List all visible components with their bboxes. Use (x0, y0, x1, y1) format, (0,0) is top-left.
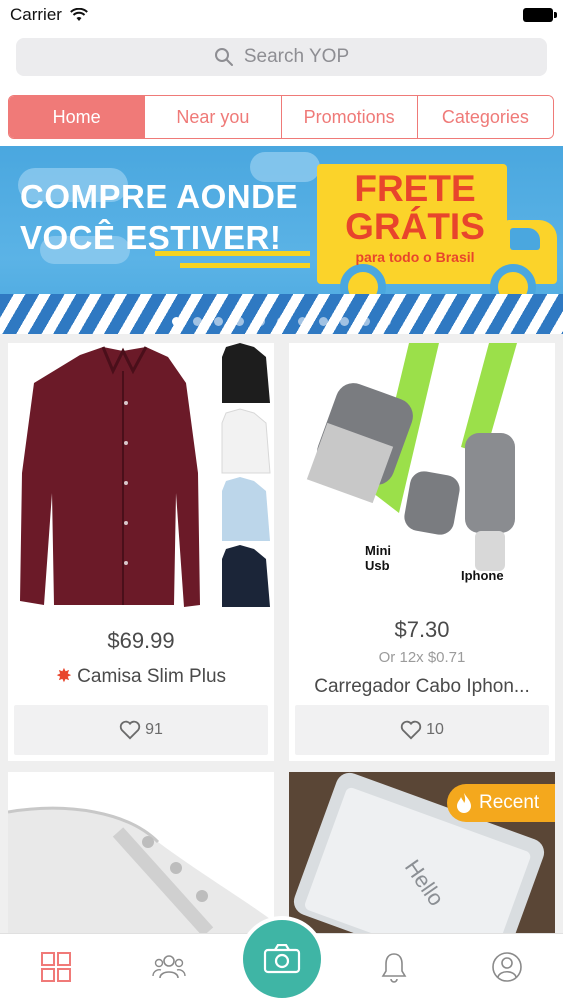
search-area: Search YOP (0, 30, 563, 88)
product-title: Carregador Cabo Iphon... (314, 676, 530, 697)
carousel-dot[interactable] (340, 317, 349, 326)
search-placeholder: Search YOP (243, 46, 350, 67)
product-title: ✸ Camisa Slim Plus (18, 665, 264, 688)
product-card[interactable]: Mini Usb Iphone $7.30 Or 12x $0.71 Carreg… (289, 343, 555, 761)
carousel-dot[interactable] (382, 317, 391, 326)
frete-line1: FRETE (354, 168, 476, 209)
battery-icon (523, 8, 557, 22)
carousel-dot[interactable] (235, 317, 244, 326)
tabbar-people[interactable] (152, 950, 186, 984)
frete-subtitle: para todo o Brasil (355, 249, 475, 265)
tab-categories[interactable]: Categories (417, 96, 553, 138)
tab-near-you[interactable]: Near you (145, 96, 282, 138)
heart-icon (400, 720, 422, 740)
carousel-dot[interactable] (277, 317, 286, 326)
like-button[interactable]: 91 (14, 705, 268, 755)
sneaker-image (8, 772, 274, 933)
segmented-tabs: Home Near you Promotions Categories (8, 95, 554, 139)
carousel-dot[interactable] (298, 317, 307, 326)
product-price: $69.99 (107, 628, 175, 653)
banner-headline: COMPRE AONDE VOCÊ ESTIVER! (20, 176, 298, 258)
burst-emoji-icon: ✸ (55, 666, 72, 687)
frete-title: FRETE GRÁTIS (340, 170, 490, 246)
profile-icon (492, 952, 522, 982)
banner-headline-line1: COMPRE AONDE (20, 178, 298, 215)
mini-usb-label: Mini Usb (365, 543, 391, 573)
people-icon (152, 955, 186, 979)
search-input[interactable]: Search YOP (16, 38, 547, 76)
frete-line2: GRÁTIS (345, 206, 485, 247)
product-installments: Or 12x $0.71 (378, 649, 466, 666)
tabbar-profile[interactable] (490, 950, 524, 984)
product-card[interactable] (8, 772, 274, 933)
speed-line (155, 251, 310, 256)
like-button[interactable]: 10 (295, 705, 549, 755)
iphone-label: Iphone (461, 568, 504, 583)
tab-home[interactable]: Home (9, 96, 146, 138)
search-icon (214, 48, 233, 66)
speed-line (180, 263, 310, 268)
product-title-text: Camisa Slim Plus (77, 666, 227, 687)
product-card[interactable]: Hello Recent (289, 772, 555, 933)
wifi-icon (70, 8, 88, 21)
product-price: $7.30 (394, 617, 450, 642)
like-count: 91 (145, 721, 163, 738)
like-count: 10 (426, 721, 444, 738)
grid-icon (41, 952, 71, 982)
camera-button[interactable] (239, 916, 325, 1000)
shirt-image (8, 343, 274, 611)
tabbar-home[interactable] (39, 950, 73, 984)
recent-badge: Recent (447, 784, 555, 822)
heart-icon (119, 720, 141, 740)
carousel-dots[interactable] (0, 317, 563, 326)
tab-promotions[interactable]: Promotions (281, 96, 418, 138)
tabs-area: Home Near you Promotions Categories (0, 88, 563, 146)
carousel-dot[interactable] (172, 317, 181, 326)
bottom-tab-bar (0, 916, 563, 1000)
chevron-stripe (0, 294, 563, 334)
product-card[interactable]: $69.99 ✸ Camisa Slim Plus 91 (8, 343, 274, 761)
truck-window (510, 228, 540, 250)
carousel-dot[interactable] (193, 317, 202, 326)
carousel-dot[interactable] (319, 317, 328, 326)
carrier-label: Carrier (10, 5, 62, 24)
tabbar-notifications[interactable] (377, 950, 411, 984)
promo-banner[interactable]: COMPRE AONDE VOCÊ ESTIVER! FRETE GRÁTIS … (0, 146, 563, 334)
status-bar: Carrier (0, 0, 563, 30)
carousel-dot[interactable] (361, 317, 370, 326)
recent-label: Recent (479, 792, 540, 813)
product-image (8, 343, 274, 611)
carousel-dot[interactable] (214, 317, 223, 326)
carousel-dot[interactable] (256, 317, 265, 326)
product-image: Mini Usb Iphone (289, 343, 555, 603)
flame-icon (457, 793, 471, 813)
camera-icon (263, 944, 301, 974)
cable-image (289, 343, 555, 603)
bell-icon (381, 953, 407, 983)
